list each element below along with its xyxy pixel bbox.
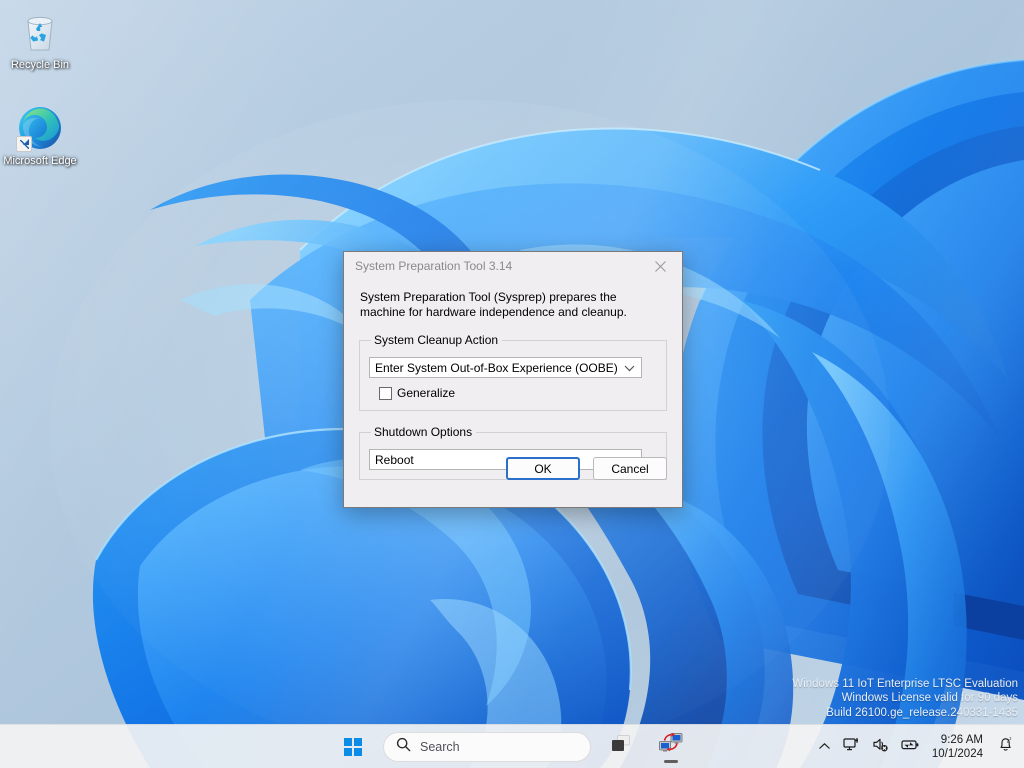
taskbar[interactable]: Search [0,724,1024,768]
speaker-muted-icon [872,737,889,757]
search-placeholder: Search [420,740,460,754]
clock-date: 10/1/2024 [932,747,983,761]
tray-battery[interactable] [895,729,926,765]
shutdown-options-legend: Shutdown Options [371,425,476,439]
desktop-icon-label: Microsoft Edge [2,155,78,168]
close-icon [655,261,666,272]
system-preparation-tool-dialog[interactable]: System Preparation Tool 3.14 System Prep… [343,251,683,508]
dialog-title: System Preparation Tool 3.14 [355,259,512,273]
windows-logo-icon [344,738,362,756]
tray-show-hidden-icons[interactable] [812,729,837,765]
cancel-button[interactable]: Cancel [593,457,667,480]
taskbar-button-task-view[interactable] [601,729,641,765]
tray-network[interactable] [837,729,866,765]
cleanup-action-combobox[interactable]: Enter System Out-of-Box Experience (OOBE… [369,357,642,378]
system-cleanup-action-legend: System Cleanup Action [371,333,502,347]
desktop-icon-recycle-bin[interactable]: Recycle Bin [2,8,78,72]
ok-button[interactable]: OK [506,457,580,480]
system-cleanup-action-group: System Cleanup Action Enter System Out-o… [359,333,667,411]
sysprep-network-icon [658,732,684,761]
clock-time: 9:26 AM [932,733,983,747]
task-view-icon [610,734,632,759]
shutdown-options-value: Reboot [375,453,414,467]
taskbar-clock[interactable]: 9:26 AM 10/1/2024 [926,733,991,761]
dialog-button-bar: OK Cancel [506,457,667,480]
shortcut-arrow-icon [16,136,32,152]
search-icon [396,737,411,757]
search-input[interactable]: Search [383,732,591,762]
dialog-description: System Preparation Tool (Sysprep) prepar… [360,290,660,319]
chevron-down-icon [624,361,635,375]
dialog-body: System Preparation Tool (Sysprep) prepar… [344,290,682,480]
chevron-up-icon [818,738,831,756]
desktop-icon-microsoft-edge[interactable]: Microsoft Edge [2,104,78,168]
svg-text:z: z [1009,736,1011,741]
recycle-bin-icon [16,8,64,56]
cleanup-action-value: Enter System Out-of-Box Experience (OOBE… [375,361,618,375]
taskbar-active-indicator [664,760,678,763]
notifications-button[interactable]: z z [991,729,1020,765]
desktop[interactable]: Recycle Bin [0,0,1024,768]
edge-icon [16,104,64,152]
generalize-label: Generalize [397,386,455,400]
close-button[interactable] [638,252,682,281]
dialog-titlebar[interactable]: System Preparation Tool 3.14 [344,252,682,282]
generalize-checkbox[interactable] [379,387,392,400]
start-button[interactable] [333,729,373,765]
bell-sleep-icon: z z [997,736,1014,757]
desktop-icon-label: Recycle Bin [2,59,78,72]
tray-volume[interactable] [866,729,895,765]
taskbar-button-sysprep[interactable] [651,729,691,765]
taskbar-center-group: Search [333,725,691,768]
network-icon [843,737,860,757]
system-tray: 9:26 AM 10/1/2024 z z [812,725,1020,768]
battery-icon [901,737,920,756]
generalize-checkbox-row[interactable]: Generalize [379,386,657,400]
